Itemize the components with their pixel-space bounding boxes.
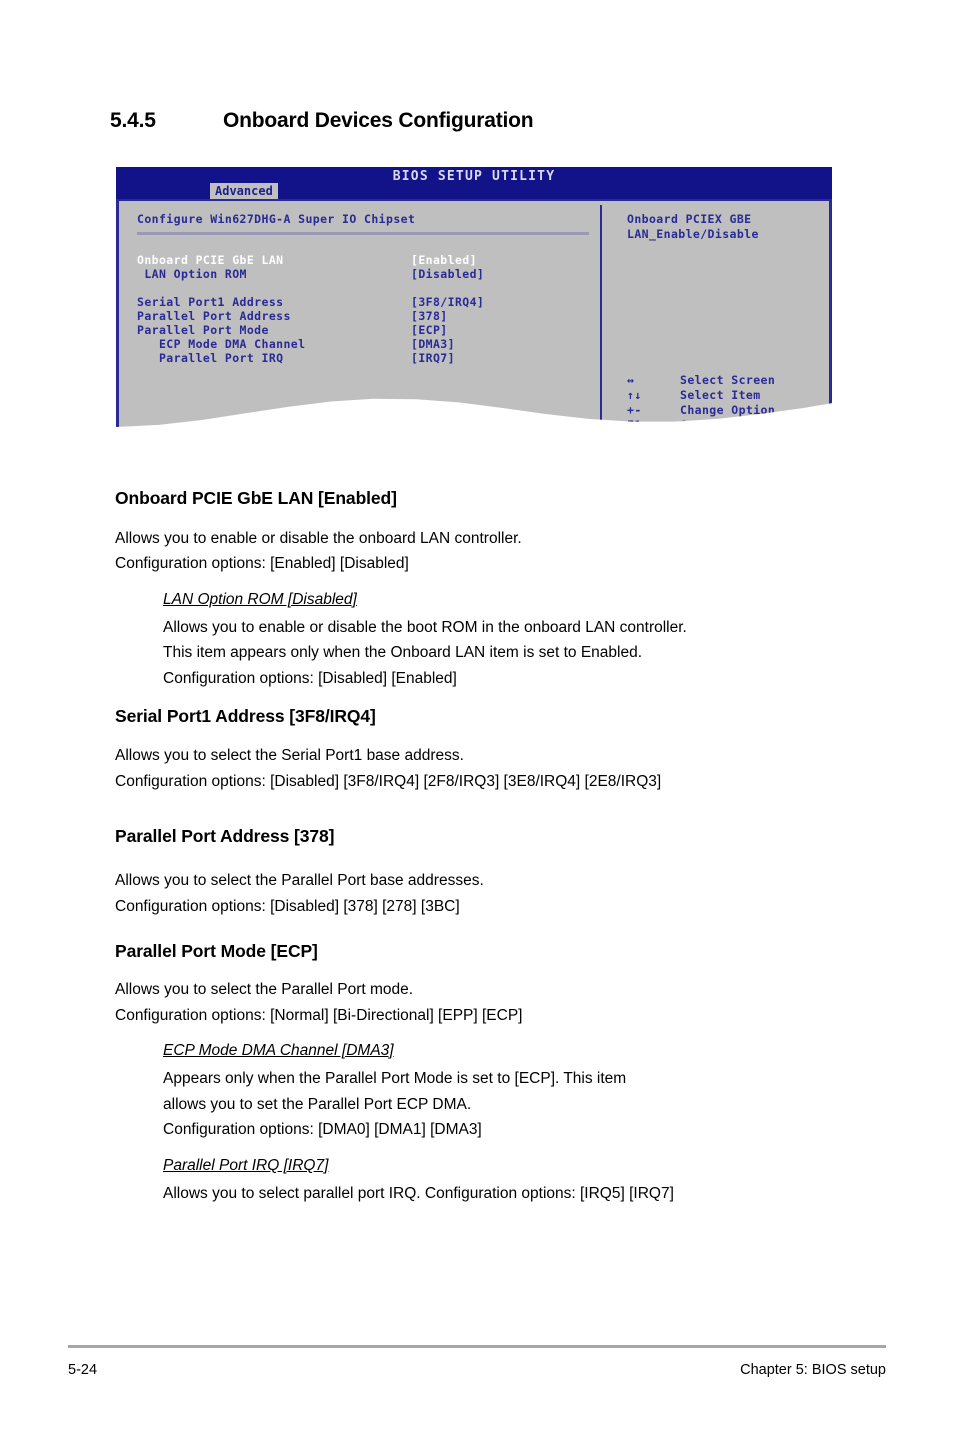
bios-key-desc: Select Screen — [680, 373, 776, 387]
bios-item-label: Parallel Port Mode — [137, 323, 269, 337]
bios-key-desc: General Help — [680, 418, 768, 432]
body-line: Allows you to enable or disable the onbo… — [115, 530, 522, 547]
f1-key-icon: F1 — [627, 418, 642, 432]
body-line: Allows you to select parallel port IRQ. … — [163, 1185, 674, 1202]
heading-serial-port1-address: Serial Port1 Address [3F8/IRQ4] — [115, 706, 376, 726]
bios-row[interactable]: Serial Port1 Address [3F8/IRQ4] — [128, 295, 596, 309]
bios-item-label: LAN Option ROM — [137, 267, 247, 281]
page-title: 5.4.5 Onboard Devices Configuration — [110, 109, 534, 133]
heading-parallel-port-mode: Parallel Port Mode [ECP] — [115, 941, 318, 961]
footer-chapter-label: Chapter 5: BIOS setup — [740, 1362, 886, 1378]
bios-item-value: [IRQ7] — [411, 351, 455, 365]
bios-item-label: Parallel Port Address — [137, 309, 291, 323]
bios-item-value: [DMA3] — [411, 337, 455, 351]
footer-page-number: 5-24 — [68, 1362, 98, 1378]
bios-tab-advanced[interactable]: Advanced — [210, 183, 278, 199]
body-line: Configuration options: [Disabled] [3F8/I… — [115, 773, 662, 790]
bios-config-header: Configure Win627DHG-A Super IO Chipset — [137, 212, 416, 226]
bios-pane-divider — [600, 205, 602, 428]
body-line: Configuration options: [Normal] [Bi-Dire… — [115, 1007, 523, 1024]
body-line: Appears only when the Parallel Port Mode… — [163, 1070, 627, 1087]
bios-row[interactable]: ECP Mode DMA Channel [DMA3] — [128, 337, 596, 351]
heading-onboard-pcie-gbe-lan: Onboard PCIE GbE LAN [Enabled] — [115, 488, 397, 508]
footer-divider — [68, 1345, 886, 1348]
bios-item-value: [Enabled] — [411, 253, 477, 267]
bios-title-bar: BIOS SETUP UTILITY Advanced — [116, 167, 832, 199]
bios-title: BIOS SETUP UTILITY — [392, 169, 556, 184]
bios-row[interactable]: Parallel Port Mode [ECP] — [128, 323, 596, 337]
arrows-left-right-icon: ↔ — [627, 373, 635, 387]
bios-item-label: ECP Mode DMA Channel — [137, 337, 306, 351]
section-title: Onboard Devices Configuration — [223, 109, 534, 132]
plus-minus-icon: +- — [627, 403, 642, 417]
subheading-lan-option-rom: LAN Option ROM [Disabled] — [163, 591, 357, 608]
subheading-ecp-mode-dma-channel: ECP Mode DMA Channel [DMA3] — [163, 1042, 394, 1059]
body-line: This item appears only when the Onboard … — [163, 644, 643, 661]
bios-row[interactable]: Parallel Port IRQ [IRQ7] — [128, 351, 596, 365]
bios-item-value: [378] — [411, 309, 448, 323]
bios-row[interactable]: LAN Option ROM [Disabled] — [128, 267, 596, 281]
bios-help-line-1: Onboard PCIEX GBE — [627, 212, 752, 226]
body-line: Configuration options: [Disabled] [378] … — [115, 898, 460, 915]
bios-item-label: Parallel Port IRQ — [137, 351, 284, 365]
body-line: Configuration options: [DMA0] [DMA1] [DM… — [163, 1121, 482, 1138]
heading-parallel-port-address: Parallel Port Address [378] — [115, 826, 335, 846]
bios-row[interactable]: Parallel Port Address [378] — [128, 309, 596, 323]
bios-row[interactable]: Onboard PCIE GbE LAN [Enabled] — [128, 253, 596, 267]
body-line: Allows you to select the Serial Port1 ba… — [115, 747, 464, 764]
bios-item-value: [ECP] — [411, 323, 448, 337]
bios-separator — [137, 232, 589, 235]
bios-item-value: [3F8/IRQ4] — [411, 295, 485, 309]
bios-key-desc: Change Option — [680, 403, 776, 417]
bios-screenshot-figure: BIOS SETUP UTILITY Advanced Configure Wi… — [116, 167, 832, 439]
body-line: Allows you to enable or disable the boot… — [163, 619, 687, 636]
document-page: 5.4.5 Onboard Devices Configuration BIOS… — [0, 0, 954, 1438]
bios-help-text: Onboard PCIEX GBE LAN_Enable/Disable — [627, 212, 759, 242]
subheading-parallel-port-irq: Parallel Port IRQ [IRQ7] — [163, 1157, 329, 1174]
body-line: Configuration options: [Disabled] [Enabl… — [163, 670, 457, 687]
bios-item-value: [Disabled] — [411, 267, 485, 281]
body-line: allows you to set the Parallel Port ECP … — [163, 1096, 472, 1113]
bios-body: Configure Win627DHG-A Super IO Chipset O… — [116, 199, 832, 432]
arrows-up-down-icon: ↑↓ — [627, 388, 642, 402]
section-number: 5.4.5 — [110, 109, 156, 132]
body-line: Allows you to select the Parallel Port m… — [115, 981, 414, 998]
bios-item-label: Serial Port1 Address — [137, 295, 284, 309]
bios-settings-pane: Configure Win627DHG-A Super IO Chipset O… — [128, 201, 596, 427]
bios-help-pane: Onboard PCIEX GBE LAN_Enable/Disable ↔ S… — [619, 201, 819, 432]
body-line: Allows you to select the Parallel Port b… — [115, 872, 484, 889]
bios-help-line-2: LAN_Enable/Disable — [627, 227, 759, 241]
bios-key-desc: Select Item — [680, 388, 761, 402]
bios-item-label: Onboard PCIE GbE LAN — [137, 253, 284, 267]
body-line: Configuration options: [Enabled] [Disabl… — [115, 555, 409, 572]
